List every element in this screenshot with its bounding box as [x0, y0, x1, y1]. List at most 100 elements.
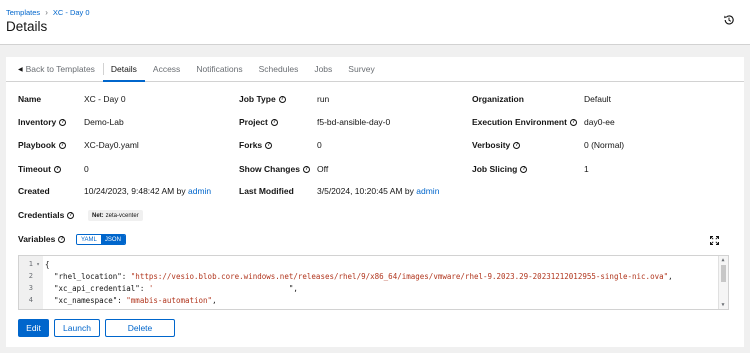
variables-code-editor[interactable]: 1 ▾ { 2 "rhel_location": "https://vesio.…: [18, 255, 729, 310]
code-string: ': [148, 283, 289, 293]
organization-label-text: Organization: [472, 94, 524, 104]
credentials-label: Credentials?: [18, 210, 75, 220]
verbosity-value: 0 (Normal): [584, 140, 625, 150]
edit-button[interactable]: Edit: [18, 319, 49, 337]
line-number: 2: [28, 272, 33, 280]
timeout-label: Timeout?: [18, 164, 61, 174]
help-icon[interactable]: ?: [59, 118, 67, 126]
variables-label-text: Variables: [18, 234, 56, 244]
page-title: Details: [6, 19, 48, 34]
execution-environment-label: Execution Environment?: [472, 117, 577, 127]
tab-back-to-templates[interactable]: ◀ Back to Templates: [10, 57, 104, 81]
help-icon[interactable]: ?: [513, 141, 521, 149]
job-slicing-label-text: Job Slicing: [472, 164, 518, 174]
code-punct: ,: [212, 295, 217, 305]
job-slicing-value: 1: [584, 164, 589, 174]
code-line: 1 ▾ {: [19, 258, 719, 270]
editor-scrollbar[interactable]: ▲ ▼: [718, 256, 728, 309]
credentials-label-text: Credentials: [18, 210, 65, 220]
credential-chip-value: zeta-vcenter: [105, 212, 139, 219]
forks-label-text: Forks: [239, 140, 263, 150]
help-icon[interactable]: ?: [58, 141, 66, 149]
name-label: Name: [18, 94, 41, 104]
scroll-up-icon[interactable]: ▲: [720, 257, 726, 263]
project-label: Project?: [239, 117, 278, 127]
code-text: "xc_...: [43, 308, 86, 310]
inventory-link[interactable]: Demo-Lab: [84, 117, 124, 127]
code-line: 4 "xc_namespace": "mmabis-automation",: [19, 294, 719, 306]
breadcrumb-current-link[interactable]: XC - Day 0: [53, 8, 90, 17]
code-line: 3 "xc_api_credential": ' ",: [19, 282, 719, 294]
last-modified-label: Last Modified: [239, 186, 294, 196]
name-value: XC - Day 0: [84, 94, 126, 104]
execution-environment-link[interactable]: day0-ee: [584, 117, 615, 127]
variables-label: Variables?: [18, 234, 66, 244]
code-punct: ,: [668, 271, 673, 281]
tab-notifications[interactable]: Notifications: [188, 57, 250, 81]
help-icon[interactable]: ?: [569, 118, 577, 126]
verbosity-label-text: Verbosity: [472, 140, 511, 150]
action-bar: Edit Launch Delete: [18, 319, 175, 337]
yaml-toggle-button[interactable]: YAML: [77, 235, 101, 244]
organization-link[interactable]: Default: [584, 94, 611, 104]
breadcrumb-separator-icon: ›: [45, 8, 48, 17]
code-key: "rhel_location":: [45, 271, 131, 281]
help-icon[interactable]: ?: [520, 165, 528, 173]
timeout-value: 0: [84, 164, 89, 174]
scrollbar-thumb[interactable]: [721, 265, 726, 282]
job-type-label: Job Type?: [239, 94, 286, 104]
help-icon[interactable]: ?: [67, 211, 75, 219]
playbook-label: Playbook?: [18, 140, 66, 150]
credential-chip: Net: zeta-vcenter: [88, 210, 143, 221]
details-card: ◀ Back to Templates Details Access Notif…: [6, 57, 744, 347]
verbosity-label: Verbosity?: [472, 140, 521, 150]
help-icon[interactable]: ?: [270, 118, 278, 126]
help-icon[interactable]: ?: [302, 165, 310, 173]
line-number: 3: [28, 284, 33, 292]
credential-chip-type: Net:: [92, 212, 104, 219]
forks-value: 0: [317, 140, 322, 150]
last-modified-value: 3/5/2024, 10:20:45 AM by admin: [317, 186, 439, 196]
tab-survey[interactable]: Survey: [340, 57, 382, 81]
breadcrumb-templates-link[interactable]: Templates: [6, 8, 40, 17]
job-type-label-text: Job Type: [239, 94, 276, 104]
delete-button[interactable]: Delete: [105, 319, 175, 337]
created-label-text: Created: [18, 186, 50, 196]
organization-label: Organization: [472, 94, 524, 104]
project-label-text: Project: [239, 117, 268, 127]
tab-jobs[interactable]: Jobs: [306, 57, 340, 81]
fold-caret-icon[interactable]: ▾: [33, 261, 43, 268]
playbook-label-text: Playbook: [18, 140, 56, 150]
variables-format-toggle: YAML JSON: [76, 234, 126, 245]
json-toggle-button[interactable]: JSON: [100, 235, 125, 244]
line-number: 5: [19, 308, 33, 309]
help-icon[interactable]: ?: [265, 141, 273, 149]
forks-label: Forks?: [239, 140, 273, 150]
scroll-down-icon[interactable]: ▼: [720, 302, 726, 308]
job-type-value: run: [317, 94, 330, 104]
code-key: "xc_api_credential":: [45, 283, 149, 293]
show-changes-label-text: Show Changes: [239, 164, 300, 174]
launch-button[interactable]: Launch: [54, 319, 100, 337]
tab-details[interactable]: Details: [102, 57, 145, 82]
created-label: Created: [18, 186, 50, 196]
code-line: 2 "rhel_location": "https://vesio.blob.c…: [19, 270, 719, 282]
tab-access[interactable]: Access: [145, 57, 188, 81]
history-icon[interactable]: [723, 14, 735, 26]
code-string: "mmabis-automation": [126, 295, 213, 305]
help-icon[interactable]: ?: [278, 95, 286, 103]
project-link[interactable]: f5-bd-ansible-day-0: [317, 117, 390, 127]
created-by-user-link[interactable]: admin: [188, 186, 211, 196]
help-icon[interactable]: ?: [58, 235, 66, 243]
timeout-label-text: Timeout: [18, 164, 51, 174]
expand-icon[interactable]: [710, 236, 719, 245]
tab-bar: ◀ Back to Templates Details Access Notif…: [6, 57, 744, 82]
modified-by-user-link[interactable]: admin: [416, 186, 439, 196]
tab-schedules[interactable]: Schedules: [251, 57, 307, 81]
show-changes-label: Show Changes?: [239, 164, 310, 174]
line-number: 1: [28, 260, 33, 268]
line-number: 4: [28, 296, 33, 304]
inventory-label: Inventory?: [18, 117, 67, 127]
help-icon[interactable]: ?: [53, 165, 61, 173]
show-changes-value: Off: [317, 164, 329, 174]
